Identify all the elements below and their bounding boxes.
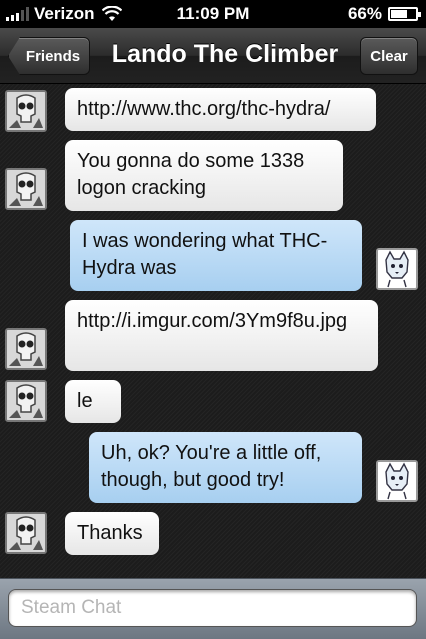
friend-avatar[interactable]: [5, 512, 47, 554]
message-bubble[interactable]: http://i.imgur.com/3Ym9f8u.jpg: [65, 300, 378, 371]
skull-avatar-icon: [7, 330, 45, 368]
input-bar: [0, 578, 426, 639]
steam-chat-input[interactable]: [8, 589, 417, 627]
message-bubble[interactable]: le: [65, 380, 121, 423]
wolf-avatar-icon: [378, 250, 416, 288]
message-bubble[interactable]: I was wondering what THC-Hydra was: [70, 220, 362, 291]
navigation-bar: Friends Lando The Climber Clear: [0, 28, 426, 84]
status-bar: Verizon 11:09 PM 66%: [0, 0, 426, 28]
status-right: 66%: [347, 4, 421, 24]
friend-avatar[interactable]: [5, 328, 47, 370]
message-list[interactable]: http://www.thc.org/thc-hydra/ You gonna …: [0, 84, 426, 564]
skull-avatar-icon: [7, 514, 45, 552]
skull-avatar-icon: [7, 382, 45, 420]
skull-avatar-icon: [7, 170, 45, 208]
chat-title: Lando The Climber: [111, 40, 339, 68]
friend-avatar[interactable]: [5, 90, 47, 132]
message-bubble[interactable]: Uh, ok? You're a little off, though, but…: [89, 432, 362, 503]
friend-avatar[interactable]: [5, 168, 47, 210]
message-bubble[interactable]: Thanks: [65, 512, 159, 555]
battery-percent: 66%: [347, 4, 382, 23]
my-avatar[interactable]: [376, 460, 418, 502]
wolf-avatar-icon: [378, 462, 416, 500]
friends-back-button[interactable]: Friends: [8, 37, 90, 75]
message-bubble[interactable]: You gonna do some 1338 logon cracking: [65, 140, 343, 211]
friend-avatar[interactable]: [5, 380, 47, 422]
battery-icon: [388, 7, 421, 21]
my-avatar[interactable]: [376, 248, 418, 290]
message-bubble[interactable]: http://www.thc.org/thc-hydra/: [65, 88, 376, 131]
skull-avatar-icon: [7, 92, 45, 130]
clear-button[interactable]: Clear: [360, 37, 418, 75]
